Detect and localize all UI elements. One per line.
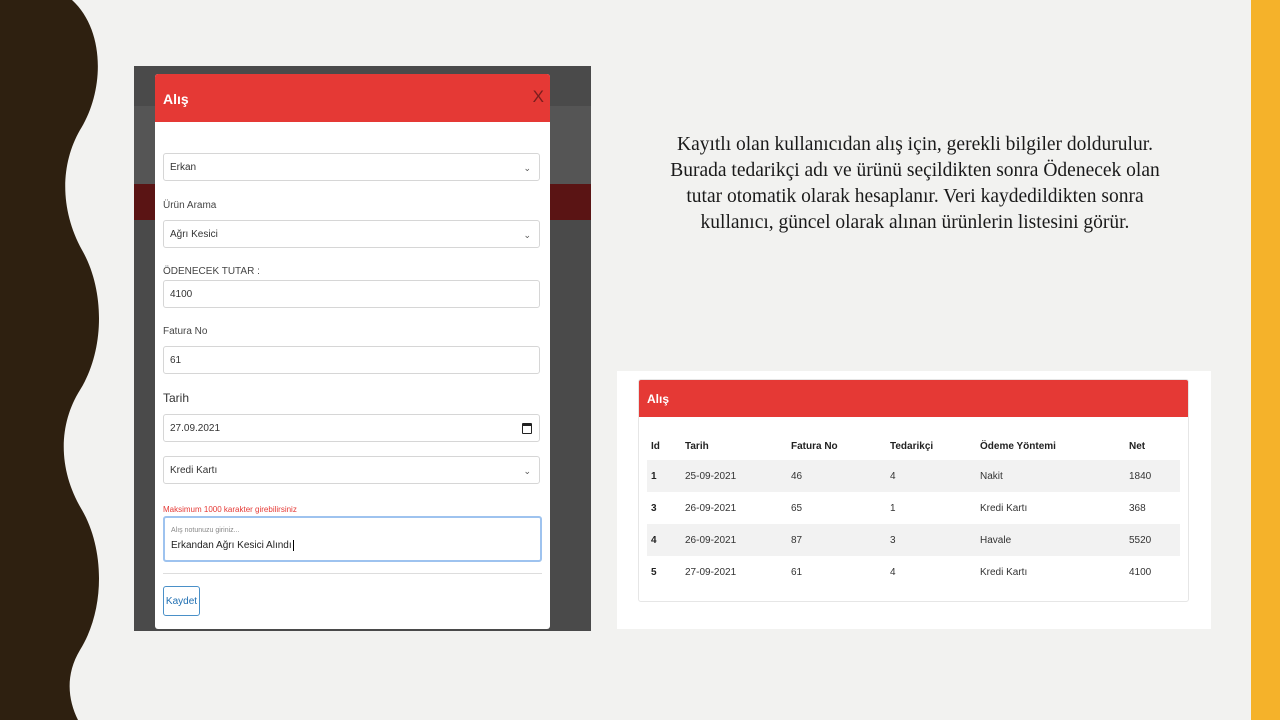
column-header: Net xyxy=(1129,440,1146,452)
cell-invoice: 61 xyxy=(791,566,803,578)
purchase-modal: Alış X Erkan ⌄ Ürün Arama Ağrı Kesici ⌄ … xyxy=(155,74,550,629)
close-icon[interactable]: X xyxy=(533,87,544,107)
cell-net: 368 xyxy=(1129,502,1146,514)
right-accent-band xyxy=(1251,0,1280,720)
invoice-field[interactable]: 61 xyxy=(163,346,540,374)
column-header: Id xyxy=(651,440,660,452)
card-header: Alış xyxy=(639,380,1188,417)
note-warning: Maksimum 1000 karakter girebilirsiniz xyxy=(163,505,297,514)
payment-value: Kredi Kartı xyxy=(170,465,218,476)
column-header: Tarih xyxy=(685,440,709,452)
column-header: Ödeme Yöntemi xyxy=(980,440,1056,452)
cell-payment: Havale xyxy=(980,534,1012,546)
modal-title: Alış xyxy=(163,91,189,107)
footer-divider xyxy=(163,573,542,574)
note-textarea[interactable]: Alış notunuzu giriniz... Erkandan Ağrı K… xyxy=(163,516,542,562)
date-value: 27.09.2021 xyxy=(170,423,221,434)
cell-date: 26-09-2021 xyxy=(685,534,737,546)
card-title: Alış xyxy=(647,392,670,406)
save-button[interactable]: Kaydet xyxy=(163,586,200,616)
product-search-label: Ürün Arama xyxy=(163,200,217,211)
cell-invoice: 87 xyxy=(791,534,803,546)
cell-date: 27-09-2021 xyxy=(685,566,737,578)
cell-supplier: 1 xyxy=(890,502,896,514)
table-row: 4 26-09-2021 87 3 Havale 5520 xyxy=(647,524,1180,556)
table-row: 3 26-09-2021 65 1 Kredi Kartı 368 xyxy=(647,492,1180,524)
chevron-down-icon: ⌄ xyxy=(523,230,531,240)
note-placeholder: Alış notunuzu giriniz... xyxy=(171,527,240,534)
calendar-icon[interactable] xyxy=(522,423,532,434)
supplier-select[interactable]: Erkan ⌄ xyxy=(163,153,540,181)
date-label: Tarih xyxy=(163,391,190,405)
cell-id: 5 xyxy=(651,566,657,578)
purchase-list-screenshot: Alış Id Tarih Fatura No Tedarikçi Ödeme … xyxy=(617,371,1211,629)
purchase-form-screenshot: Alış X Erkan ⌄ Ürün Arama Ağrı Kesici ⌄ … xyxy=(134,66,591,631)
table-header-row: Id Tarih Fatura No Tedarikçi Ödeme Yönte… xyxy=(647,432,1180,460)
chevron-down-icon: ⌄ xyxy=(523,163,531,173)
note-value: Erkandan Ağrı Kesici Alındı xyxy=(171,540,292,552)
cell-net: 1840 xyxy=(1129,470,1152,482)
table-row: 1 25-09-2021 46 4 Nakit 1840 xyxy=(647,460,1180,492)
purchase-list-card: Alış Id Tarih Fatura No Tedarikçi Ödeme … xyxy=(638,379,1189,602)
amount-label: ÖDENECEK TUTAR : xyxy=(163,266,260,277)
date-field[interactable]: 27.09.2021 xyxy=(163,414,540,442)
cell-invoice: 65 xyxy=(791,502,803,514)
cell-net: 5520 xyxy=(1129,534,1152,546)
cell-id: 1 xyxy=(651,470,657,482)
amount-value: 4100 xyxy=(170,289,193,300)
cell-supplier: 4 xyxy=(890,566,896,578)
payment-select[interactable]: Kredi Kartı ⌄ xyxy=(163,456,540,484)
cell-payment: Kredi Kartı xyxy=(980,566,1028,578)
cell-date: 25-09-2021 xyxy=(685,470,737,482)
column-header: Fatura No xyxy=(791,440,838,452)
cell-id: 4 xyxy=(651,534,657,546)
cell-invoice: 46 xyxy=(791,470,803,482)
column-header: Tedarikçi xyxy=(890,440,934,452)
chevron-down-icon: ⌄ xyxy=(523,466,531,476)
cell-payment: Nakit xyxy=(980,470,1003,482)
invoice-value: 61 xyxy=(170,355,182,366)
cell-supplier: 4 xyxy=(890,470,896,482)
product-value: Ağrı Kesici xyxy=(170,229,218,240)
product-select[interactable]: Ağrı Kesici ⌄ xyxy=(163,220,540,248)
modal-header: Alış X xyxy=(155,74,550,122)
cell-id: 3 xyxy=(651,502,657,514)
cell-net: 4100 xyxy=(1129,566,1152,578)
cell-supplier: 3 xyxy=(890,534,896,546)
cell-date: 26-09-2021 xyxy=(685,502,737,514)
amount-field[interactable]: 4100 xyxy=(163,280,540,308)
purchase-table: Id Tarih Fatura No Tedarikçi Ödeme Yönte… xyxy=(647,432,1180,588)
table-row: 5 27-09-2021 61 4 Kredi Kartı 4100 xyxy=(647,556,1180,588)
invoice-label: Fatura No xyxy=(163,326,208,337)
description-text: Kayıtlı olan kullanıcıdan alış için, ger… xyxy=(670,134,1160,233)
wavy-left-band xyxy=(0,0,100,720)
supplier-value: Erkan xyxy=(170,162,197,173)
cell-payment: Kredi Kartı xyxy=(980,502,1028,514)
